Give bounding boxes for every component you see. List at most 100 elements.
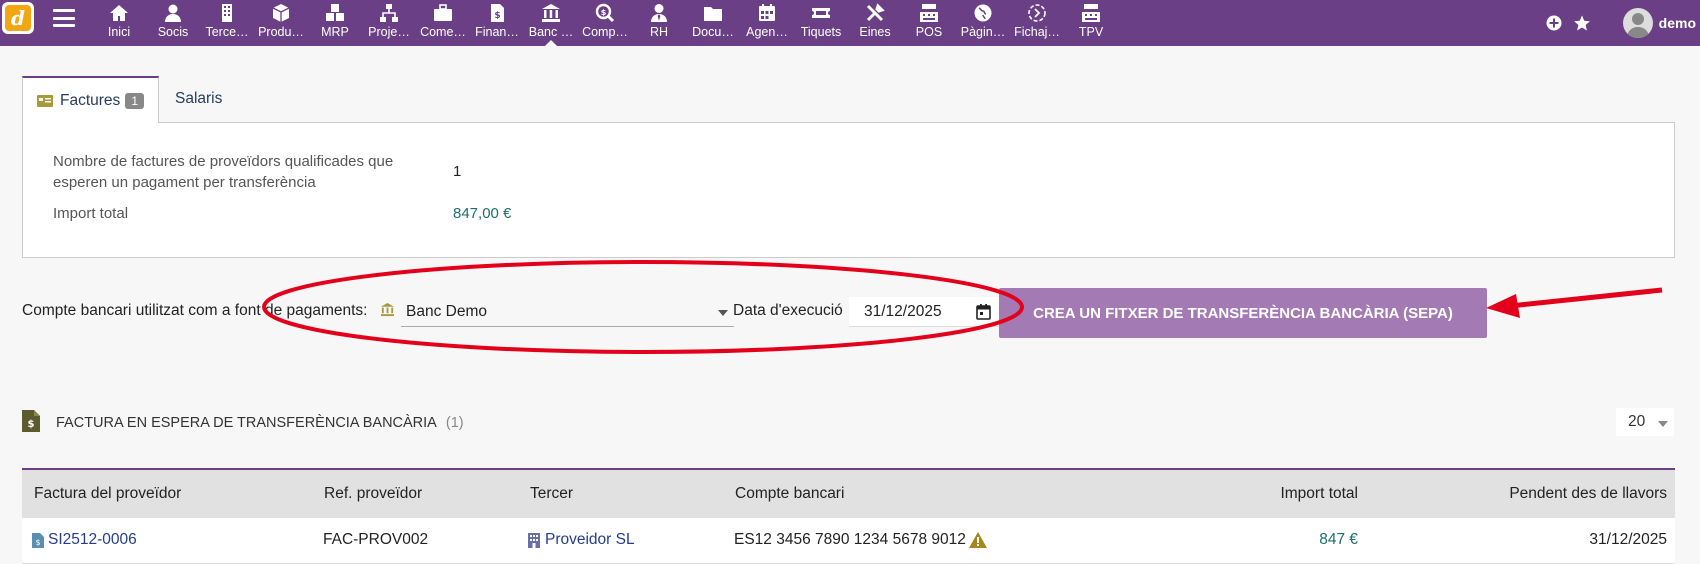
col-supplier-invoice[interactable]: Factura del proveïdor (34, 485, 181, 503)
cash-register-icon (919, 3, 939, 23)
menu-item-label: Inici (107, 25, 131, 39)
bookmark-star-icon[interactable] (1569, 10, 1595, 36)
menu-item-10[interactable]: RH (632, 0, 686, 46)
menu-item-label: Eines (859, 25, 891, 39)
ticket-icon (811, 3, 831, 23)
total-label: Import total (53, 205, 129, 222)
globe-icon (973, 3, 993, 23)
page-size-value: 20 (1628, 413, 1646, 430)
menu-item-14[interactable]: Eines (848, 0, 902, 46)
menu-item-6[interactable]: Come… (416, 0, 470, 46)
count-label: Nombre de factures de proveïdors qualifi… (53, 151, 393, 193)
thirdparty-link[interactable]: Proveidor SL (528, 531, 635, 549)
cube-icon (271, 3, 291, 23)
menu-item-label: Comp… (582, 25, 628, 39)
menu-item-8[interactable]: Banc … (524, 0, 578, 46)
list-count: (1) (445, 415, 464, 431)
count-value: 1 (453, 163, 462, 180)
menu-item-label: Produ… (258, 25, 304, 39)
col-total-amount[interactable]: Import total (1280, 485, 1358, 503)
bank-account-number: ES12 3456 7890 1234 5678 9012 (734, 531, 966, 548)
menu-item-label: MRP (321, 25, 349, 39)
supplier-ref: FAC-PROV002 (323, 531, 429, 548)
execution-date-label: Data d'execució (733, 302, 843, 319)
menu-item-2[interactable]: Terce… (200, 0, 254, 46)
invoice-card-icon (37, 94, 53, 107)
folder-icon (703, 3, 723, 23)
user-avatar[interactable] (1622, 8, 1653, 38)
menu-item-label: Terce… (205, 25, 249, 39)
create-sepa-file-button[interactable]: CREA UN FITXER DE TRANSFERÈNCIA BANCÀRIA… (999, 288, 1487, 338)
col-supplier-ref[interactable]: Ref. proveïdor (324, 485, 422, 503)
invoices-table: Factura del proveïdor Ref. proveïdor Ter… (22, 468, 1675, 564)
svg-text:$: $ (601, 8, 607, 17)
username[interactable]: demo (1659, 15, 1696, 31)
menu-item-label: TPV (1078, 25, 1104, 39)
menu-item-4[interactable]: MRP (308, 0, 362, 46)
menu-item-label: Banc … (528, 25, 574, 39)
cubes-icon (325, 3, 345, 23)
menu-item-16[interactable]: Pàgin… (956, 0, 1010, 46)
tab-invoices-badge: 1 (125, 92, 144, 109)
menu-item-18[interactable]: TPV (1064, 0, 1118, 46)
invoice-ref: SI2512-0006 (48, 531, 137, 548)
menu-item-9[interactable]: $ Comp… (578, 0, 632, 46)
user-icon (163, 3, 183, 23)
menu-item-7[interactable]: $ Finan… (470, 0, 524, 46)
app-logo[interactable]: d (2, 2, 34, 34)
col-pending-since[interactable]: Pendent des de llavors (1509, 485, 1667, 503)
col-thirdparty[interactable]: Tercer (530, 485, 573, 503)
main-menu: Inici Socis Terce… Produ… MRP Proje… Come… $ Fin… (92, 0, 1118, 46)
svg-text:$: $ (28, 419, 35, 430)
quick-add-icon[interactable] (1541, 10, 1567, 36)
cash-register-icon (1081, 3, 1101, 23)
page-size-select[interactable]: 20 (1616, 408, 1674, 436)
menu-item-11[interactable]: Docu… (686, 0, 740, 46)
bank-account-select[interactable]: Banc Demo (401, 297, 734, 327)
menu-item-5[interactable]: Proje… (362, 0, 416, 46)
top-navbar: d Inici Socis Terce… Produ… MRP Proje… Come… $ F… (0, 0, 1700, 46)
account-label: Compte bancari utilitzat com a font de p… (22, 302, 368, 319)
menu-toggle-icon[interactable] (53, 9, 75, 27)
menu-item-12[interactable]: Agen… (740, 0, 794, 46)
col-bank-account[interactable]: Compte bancari (735, 485, 844, 503)
invoice-file-icon: $ (32, 532, 44, 548)
briefcase-icon (433, 3, 453, 23)
calendar-icon[interactable] (976, 304, 991, 325)
search-dollar-icon: $ (595, 3, 615, 23)
menu-item-13[interactable]: Tiquets (794, 0, 848, 46)
annotation-arrow-head (1486, 294, 1520, 318)
top-right-tools: demo (1539, 0, 1700, 46)
invoice-link[interactable]: $ SI2512-0006 (32, 531, 137, 549)
warning-icon (968, 532, 987, 548)
invoice-document-icon: $ (22, 410, 40, 436)
table-row: $ SI2512-0006 FAC-PROV002 Proveidor SL E… (22, 518, 1675, 564)
user-tie-icon (649, 3, 669, 23)
bank-account-cell: ES12 3456 7890 1234 5678 9012 (734, 531, 987, 549)
home-icon (109, 3, 129, 23)
bank-account-value: Banc Demo (406, 303, 487, 320)
menu-item-label: Socis (157, 25, 189, 39)
menu-item-label: Fichaj… (1014, 25, 1060, 39)
menu-item-15[interactable]: POS (902, 0, 956, 46)
tab-invoices-label: Factures (60, 91, 121, 109)
menu-item-1[interactable]: Socis (146, 0, 200, 46)
thirdparty-name: Proveidor SL (545, 531, 635, 548)
summary-box: Nombre de factures de proveïdors qualifi… (22, 122, 1675, 258)
menu-item-0[interactable]: Inici (92, 0, 146, 46)
list-title: FACTURA EN ESPERA DE TRANSFERÈNCIA BANCÀ… (56, 415, 437, 431)
menu-item-label: RH (649, 25, 669, 39)
menu-item-17[interactable]: Fichaj… (1010, 0, 1064, 46)
menu-item-label: Agen… (746, 25, 788, 39)
execution-date-input[interactable]: 31/12/2025 (849, 297, 999, 327)
company-icon (528, 532, 540, 548)
row-pending-since: 31/12/2025 (1589, 531, 1667, 548)
list-header: $ FACTURA EN ESPERA DE TRANSFERÈNCIA BAN… (22, 410, 464, 436)
tab-bar: Factures 1 Salaris (22, 76, 238, 123)
chevron-down-icon (718, 310, 728, 316)
tab-invoices[interactable]: Factures 1 (22, 76, 159, 123)
menu-item-3[interactable]: Produ… (254, 0, 308, 46)
building-icon (217, 3, 237, 23)
row-amount: 847 € (1319, 531, 1358, 548)
tab-salaries[interactable]: Salaris (159, 76, 238, 122)
